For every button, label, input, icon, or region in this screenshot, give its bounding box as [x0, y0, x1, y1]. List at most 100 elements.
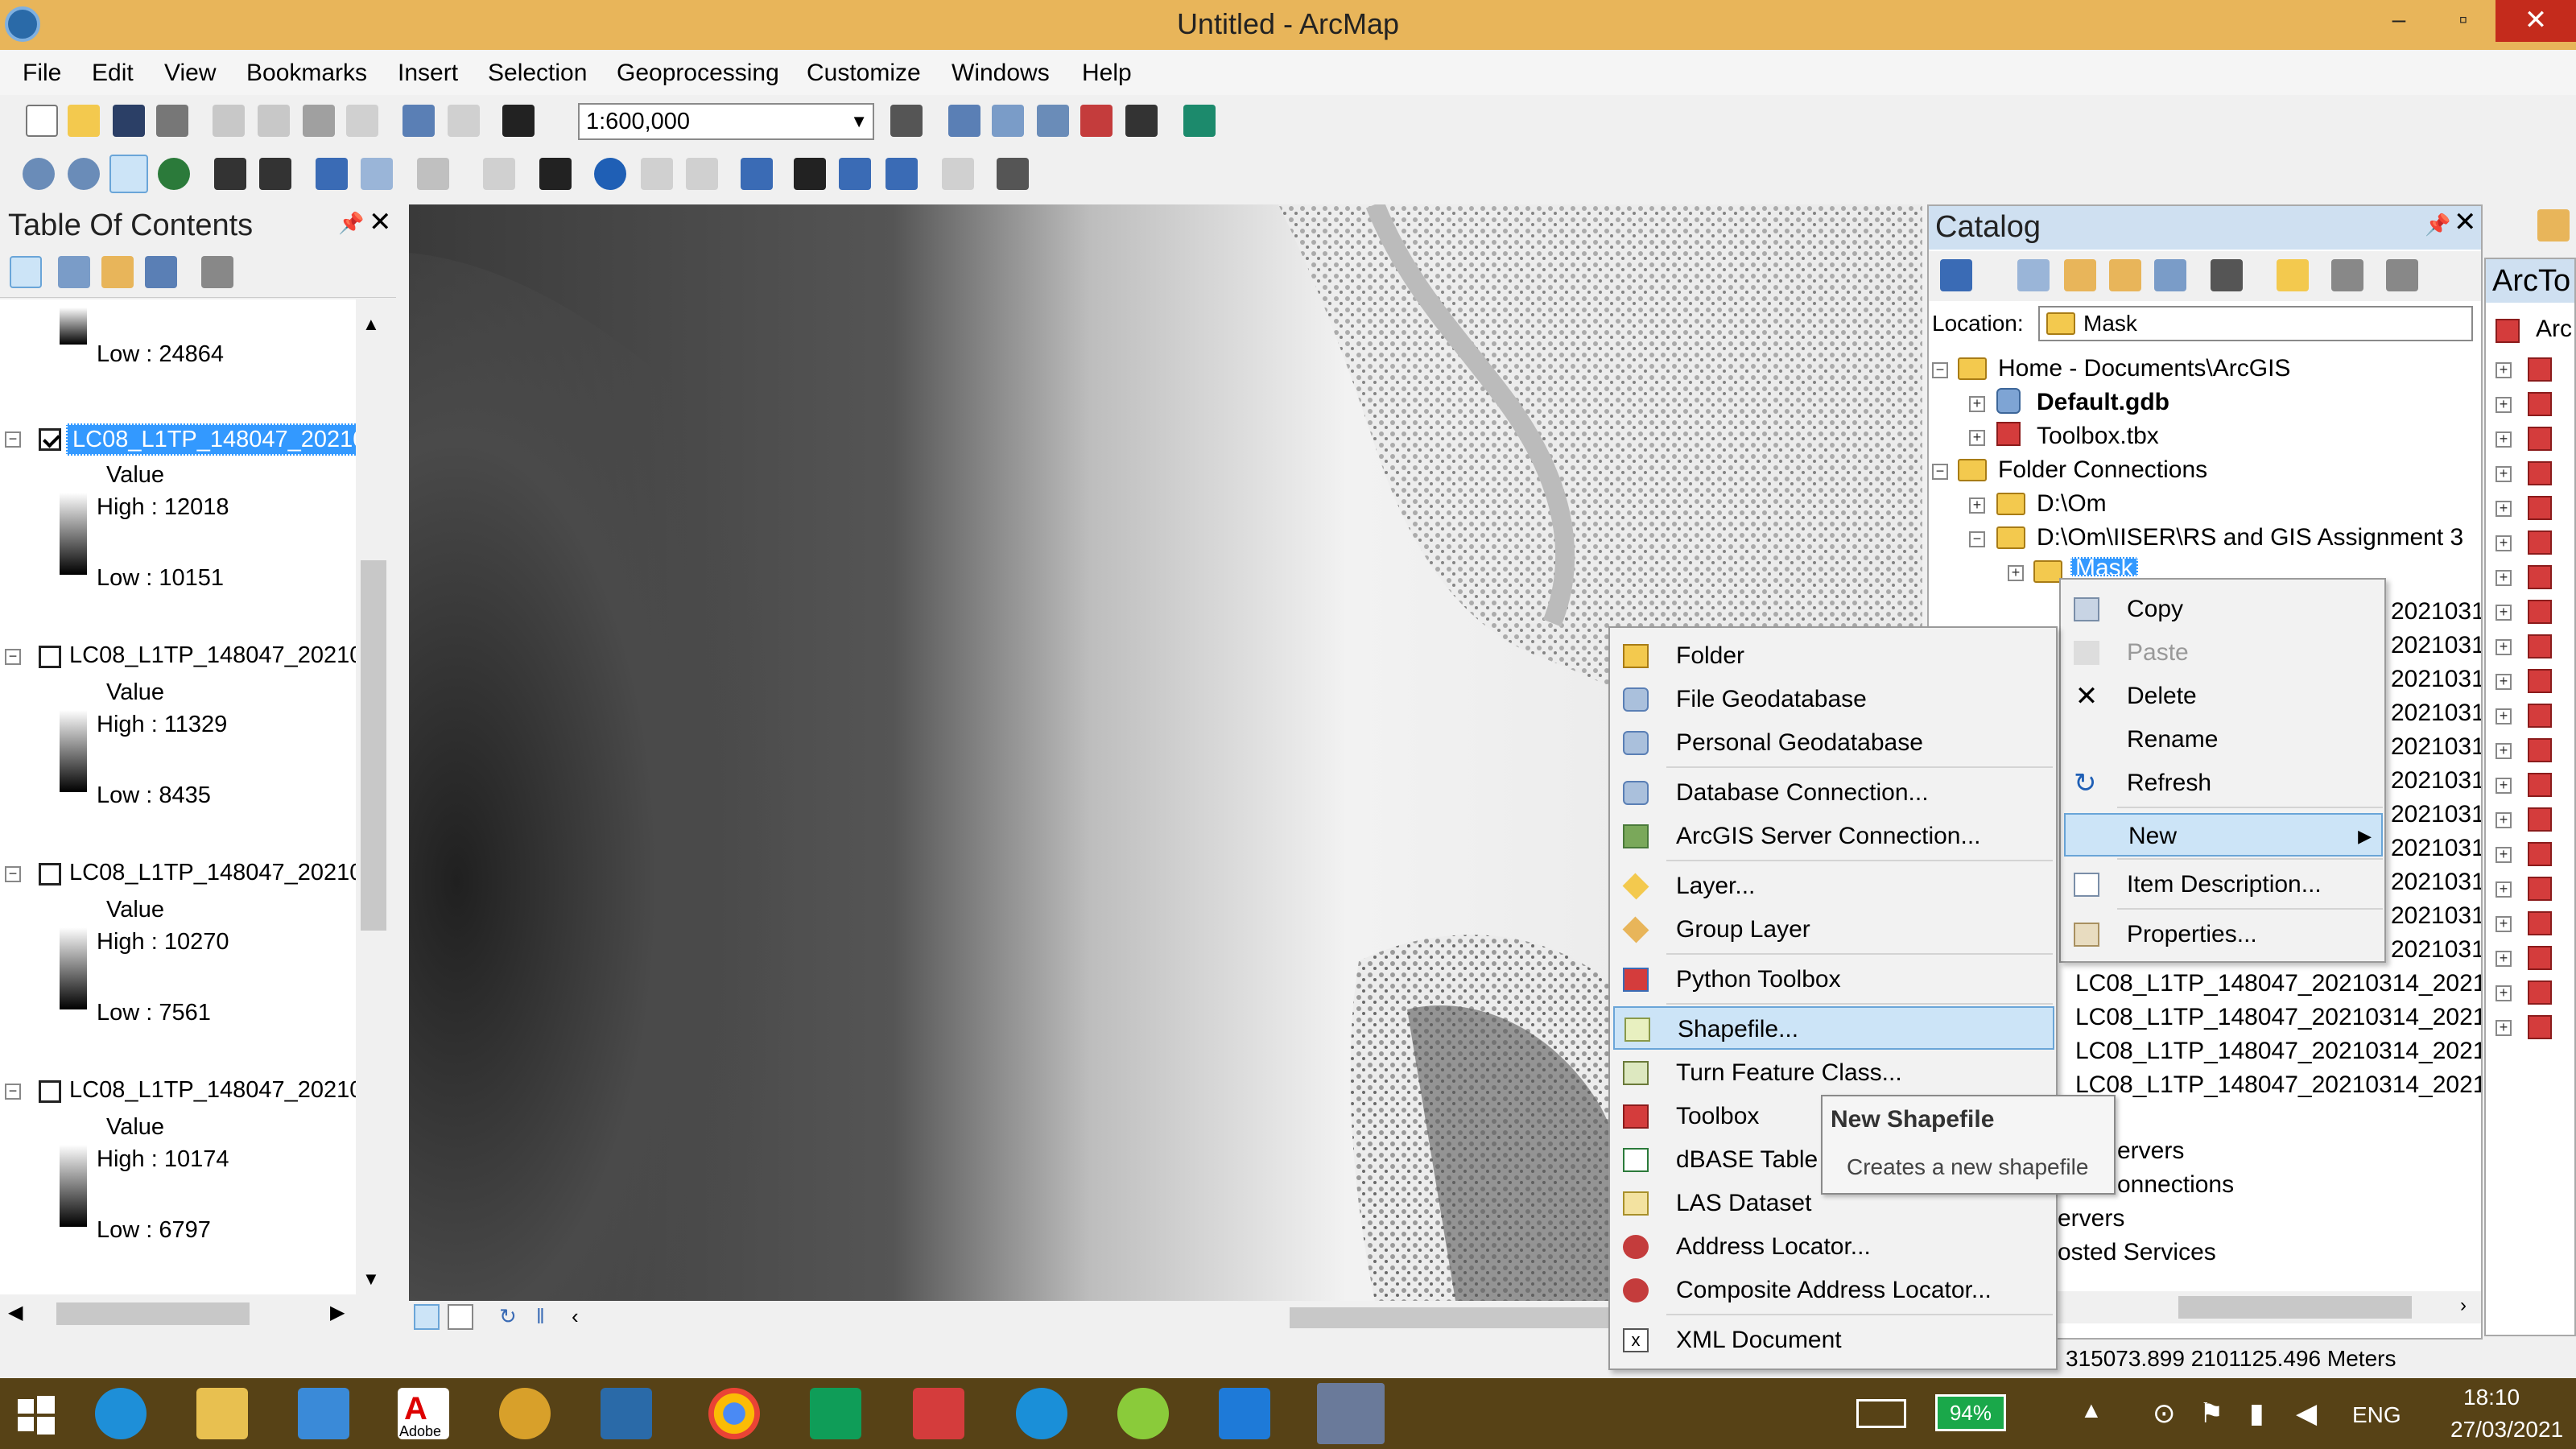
- menu-bookmarks[interactable]: Bookmarks: [246, 56, 367, 92]
- expand-icon[interactable]: +: [2496, 431, 2512, 448]
- expand-icon[interactable]: +: [2496, 605, 2512, 621]
- expand-icon[interactable]: +: [1969, 497, 1985, 514]
- open-icon[interactable]: [68, 105, 100, 137]
- layer-visibility-checkbox[interactable]: [39, 863, 61, 886]
- find-icon[interactable]: [794, 158, 826, 190]
- collapse-icon[interactable]: −: [5, 431, 21, 448]
- list-by-selection-icon[interactable]: [145, 256, 177, 288]
- tree-item-folder-connections[interactable]: Folder Connections: [1998, 454, 2207, 486]
- file-explorer-icon[interactable]: [196, 1388, 248, 1439]
- tree-item-default-gdb[interactable]: Default.gdb: [2037, 386, 2169, 419]
- qgis-icon[interactable]: [1117, 1388, 1169, 1439]
- chrome-icon[interactable]: [708, 1388, 760, 1439]
- raster-file-item[interactable]: LC08_L1TP_148047_20210314_2021031.: [2075, 968, 2481, 1000]
- tree-item-assignment-folder[interactable]: D:\Om\IISER\RS and GIS Assignment 3: [2037, 522, 2463, 554]
- forward-icon[interactable]: [2017, 259, 2050, 291]
- menu-help[interactable]: Help: [1082, 56, 1132, 92]
- menu-item-item-description[interactable]: Item Description...: [2061, 863, 2384, 906]
- toolbox-item[interactable]: +: [2496, 458, 2574, 490]
- pan-icon[interactable]: [109, 155, 148, 193]
- tree-item-mask[interactable]: Mask: [2070, 557, 2138, 576]
- expand-icon[interactable]: +: [2496, 743, 2512, 759]
- toolbox-item[interactable]: +: [2496, 354, 2574, 386]
- collapse-icon[interactable]: −: [1932, 362, 1948, 378]
- minimize-button[interactable]: –: [2367, 0, 2431, 42]
- delete-icon[interactable]: [346, 105, 378, 137]
- menu-item-new[interactable]: New ▶: [2064, 813, 2383, 857]
- raster-file-item[interactable]: 2021031.: [2391, 596, 2481, 628]
- toolbox-item[interactable]: +: [2496, 770, 2574, 802]
- layer-name[interactable]: LC08_L1TP_148047_2021031: [69, 860, 356, 886]
- toolbox-item[interactable]: +: [2496, 977, 2574, 1009]
- menu-item-refresh[interactable]: ↻ Refresh: [2061, 762, 2384, 805]
- notification-flag-icon[interactable]: ⚑: [2199, 1397, 2223, 1430]
- map-scroll-thumb[interactable]: [1290, 1307, 1660, 1328]
- collapse-icon[interactable]: −: [5, 1084, 21, 1100]
- menu-item-paste[interactable]: Paste: [2061, 631, 2384, 675]
- collapse-icon[interactable]: −: [5, 649, 21, 665]
- list-by-source-icon[interactable]: [58, 256, 90, 288]
- layer-name[interactable]: LC08_L1TP_148047_2021031: [69, 1077, 356, 1104]
- find-route-icon[interactable]: [839, 158, 871, 190]
- expand-icon[interactable]: +: [1969, 430, 1985, 446]
- arctoolbox-root[interactable]: Arc: [2536, 316, 2574, 343]
- scroll-thumb[interactable]: [361, 560, 386, 931]
- html-popup-icon[interactable]: [686, 158, 718, 190]
- language-indicator[interactable]: ENG: [2352, 1402, 2401, 1428]
- expand-icon[interactable]: +: [2496, 639, 2512, 655]
- collapse-icon[interactable]: −: [5, 866, 21, 882]
- menu-file[interactable]: File: [23, 56, 61, 92]
- signal-icon[interactable]: ▮: [2249, 1397, 2264, 1430]
- tree-item-hosted-services[interactable]: osted Services: [2058, 1236, 2216, 1269]
- data-view-icon[interactable]: [414, 1304, 440, 1330]
- scroll-right-icon[interactable]: ▶: [330, 1301, 345, 1324]
- menu-item-rename[interactable]: Rename: [2061, 718, 2384, 762]
- clock-date[interactable]: 27/03/2021: [2450, 1417, 2563, 1443]
- list-by-drawing-order-icon[interactable]: [10, 256, 42, 288]
- store-icon[interactable]: [810, 1388, 861, 1439]
- measure-icon[interactable]: [741, 158, 773, 190]
- menu-windows[interactable]: Windows: [952, 56, 1050, 92]
- editor-toolbar-icon[interactable]: [890, 105, 923, 137]
- scroll-left-icon[interactable]: ◀: [8, 1301, 23, 1324]
- go-to-xy-icon[interactable]: [886, 158, 918, 190]
- print-icon[interactable]: [156, 105, 188, 137]
- clock-time[interactable]: 18:10: [2463, 1385, 2520, 1410]
- paste-icon[interactable]: [303, 105, 335, 137]
- expand-icon[interactable]: +: [2496, 674, 2512, 690]
- expand-icon[interactable]: +: [2496, 847, 2512, 863]
- toolbox-item[interactable]: +: [2496, 527, 2574, 559]
- battery-indicator[interactable]: 94%: [1935, 1394, 2006, 1431]
- modelbuilder-icon[interactable]: [1183, 105, 1216, 137]
- toolbox-item[interactable]: +: [2496, 597, 2574, 629]
- toggle-contents-icon[interactable]: [2154, 259, 2186, 291]
- toolbox-item[interactable]: +: [2496, 493, 2574, 525]
- new-file-geodatabase-item[interactable]: File Geodatabase: [1610, 678, 2056, 721]
- new-layer-item[interactable]: Layer...: [1610, 865, 2056, 908]
- scroll-thumb[interactable]: [56, 1302, 250, 1325]
- new-address-locator-item[interactable]: Address Locator...: [1610, 1225, 2056, 1269]
- menu-edit[interactable]: Edit: [92, 56, 134, 92]
- expand-icon[interactable]: +: [2496, 466, 2512, 482]
- layer-name[interactable]: LC08_L1TP_148047_2021031: [66, 423, 356, 456]
- catalog-options-icon[interactable]: [2386, 259, 2418, 291]
- new-group-layer-item[interactable]: Group Layer: [1610, 908, 2056, 952]
- layer-visibility-checkbox[interactable]: [39, 646, 61, 668]
- music-app-icon[interactable]: [499, 1388, 551, 1439]
- internet-explorer-icon[interactable]: [95, 1388, 147, 1439]
- expand-icon[interactable]: +: [2496, 1020, 2512, 1036]
- menu-insert[interactable]: Insert: [398, 56, 458, 92]
- pause-drawing-icon[interactable]: ‖: [536, 1304, 545, 1329]
- raster-file-item[interactable]: 2021031.: [2391, 663, 2481, 696]
- expand-icon[interactable]: +: [2496, 778, 2512, 794]
- menu-selection[interactable]: Selection: [488, 56, 587, 92]
- expand-icon[interactable]: +: [2496, 570, 2512, 586]
- menu-customize[interactable]: Customize: [807, 56, 921, 92]
- home-icon[interactable]: [2109, 259, 2141, 291]
- tree-item-home[interactable]: Home - Documents\ArcGIS: [1998, 353, 2290, 385]
- pin-icon[interactable]: 📌: [338, 211, 364, 236]
- toolbox-item[interactable]: +: [2496, 423, 2574, 456]
- catalog-window-icon[interactable]: [992, 105, 1024, 137]
- 3d-app-icon[interactable]: [913, 1388, 964, 1439]
- scroll-thumb[interactable]: [2178, 1296, 2412, 1319]
